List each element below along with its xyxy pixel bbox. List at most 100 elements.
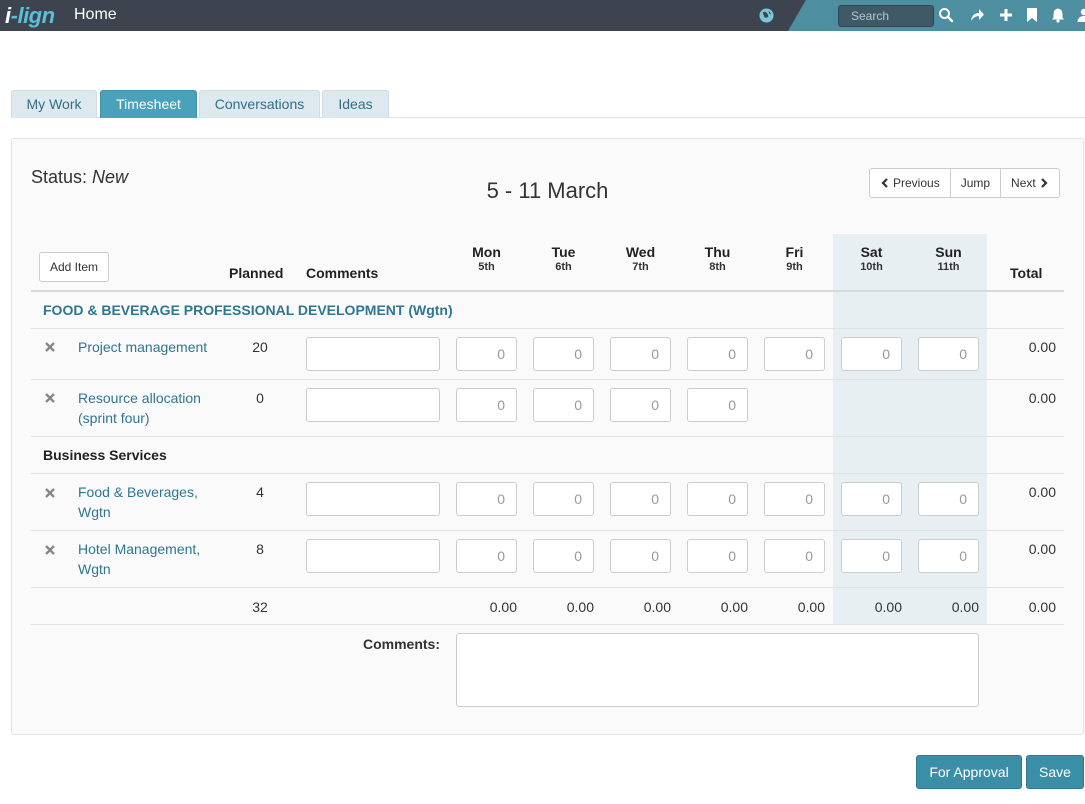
header-comments: Comments [306, 265, 379, 281]
hours-input-tue[interactable]: 0 [533, 388, 594, 422]
previous-week-button[interactable]: Previous [869, 168, 951, 198]
item-name-line: Resource allocation [78, 390, 201, 406]
hours-input-fri[interactable]: 0 [764, 482, 825, 516]
remove-item-icon[interactable] [44, 544, 56, 556]
hours-input-tue[interactable]: 0 [533, 482, 594, 516]
hours-input-mon[interactable]: 0 [456, 539, 517, 573]
row-total: 0.00 [1028, 541, 1056, 557]
hours-input-thu[interactable]: 0 [687, 539, 748, 573]
hours-input-sun[interactable]: 0 [918, 482, 979, 516]
app-logo[interactable]: i-lign [5, 3, 55, 29]
day-date: 10th [860, 261, 883, 273]
planned-hours: 0 [256, 390, 264, 406]
planned-hours: 20 [252, 339, 268, 355]
row-divider [31, 379, 1064, 380]
remove-item-icon[interactable] [44, 392, 56, 404]
globe-icon[interactable] [759, 8, 774, 23]
hours-input-mon[interactable]: 0 [456, 337, 517, 371]
row-comment-input[interactable] [306, 337, 440, 371]
day-date: 6th [555, 261, 572, 273]
comments-label: Comments: [362, 636, 440, 652]
tab-my-work[interactable]: My Work [11, 90, 97, 118]
tab-ideas[interactable]: Ideas [322, 90, 389, 118]
hours-input-sun[interactable]: 0 [918, 337, 979, 371]
footer-divider [31, 624, 1064, 625]
item-name[interactable]: Hotel Management, Wgtn [78, 539, 218, 579]
hours-input-wed[interactable]: 0 [610, 539, 671, 573]
row-divider [31, 530, 1064, 531]
tab-conversations[interactable]: Conversations [199, 90, 320, 118]
item-name[interactable]: Project management [78, 337, 218, 357]
grand-total: 0.00 [1028, 599, 1056, 615]
day-date: 8th [709, 261, 726, 273]
header-day-wed: Wed 7th [602, 244, 679, 273]
planned-total: 32 [252, 599, 268, 615]
row-total: 0.00 [1028, 339, 1056, 355]
day-date: 9th [786, 261, 803, 273]
bookmark-icon[interactable] [1024, 7, 1040, 23]
save-button[interactable]: Save [1026, 755, 1084, 789]
day-name: Mon [472, 244, 501, 260]
item-name[interactable]: Food & Beverages, Wgtn [78, 482, 218, 522]
day-name: Tue [551, 244, 576, 260]
tab-timesheet[interactable]: Timesheet [100, 90, 197, 118]
tab-bar: My Work Timesheet Conversations Ideas [11, 90, 1085, 118]
bell-icon[interactable] [1050, 7, 1066, 23]
day-name: Sat [860, 244, 883, 260]
timesheet-comments-textarea[interactable] [456, 633, 979, 707]
item-name-line: (sprint four) [78, 410, 150, 426]
row-total: 0.00 [1028, 390, 1056, 406]
item-name-line: Wgtn [78, 504, 111, 520]
row-divider [31, 436, 1064, 437]
hours-input-thu[interactable]: 0 [687, 482, 748, 516]
next-week-button[interactable]: Next [1000, 168, 1060, 198]
remove-item-icon[interactable] [44, 341, 56, 353]
hours-input-thu[interactable]: 0 [687, 337, 748, 371]
hours-input-tue[interactable]: 0 [533, 539, 594, 573]
add-item-button[interactable]: Add Item [39, 252, 109, 282]
day-total-sun: 0.00 [951, 599, 979, 615]
hours-input-mon[interactable]: 0 [456, 482, 517, 516]
hours-input-thu[interactable]: 0 [687, 388, 748, 422]
hours-input-sat[interactable]: 0 [841, 482, 902, 516]
item-name-line: Wgtn [78, 561, 111, 577]
hours-input-sat[interactable]: 0 [841, 337, 902, 371]
hours-input-wed[interactable]: 0 [610, 388, 671, 422]
day-date: 7th [632, 261, 649, 273]
day-total-sat: 0.00 [874, 599, 902, 615]
for-approval-button[interactable]: For Approval [916, 755, 1022, 789]
row-comment-input[interactable] [306, 482, 440, 516]
share-icon[interactable] [969, 7, 985, 23]
hours-input-wed[interactable]: 0 [610, 337, 671, 371]
hours-input-fri[interactable]: 0 [764, 539, 825, 573]
jump-button[interactable]: Jump [949, 168, 1002, 198]
header-day-tue: Tue 6th [525, 244, 602, 273]
day-name: Fri [785, 244, 804, 260]
header-day-thu: Thu 8th [679, 244, 756, 273]
row-divider [31, 328, 1064, 329]
next-label: Next [1011, 176, 1036, 190]
remove-item-icon[interactable] [44, 487, 56, 499]
user-icon[interactable] [1076, 7, 1085, 23]
header-total: Total [1010, 265, 1043, 281]
row-comment-input[interactable] [306, 539, 440, 573]
week-range: 5 - 11 March [486, 178, 609, 203]
header-planned: Planned [229, 265, 284, 281]
day-total-tue: 0.00 [566, 599, 594, 615]
plus-icon[interactable] [998, 7, 1014, 23]
hours-input-fri[interactable]: 0 [764, 337, 825, 371]
hours-input-tue[interactable]: 0 [533, 337, 594, 371]
search-icon[interactable] [938, 7, 954, 23]
search-input[interactable]: Search [838, 5, 934, 27]
row-comment-input[interactable] [306, 388, 440, 422]
hours-input-sat[interactable]: 0 [841, 539, 902, 573]
hours-input-wed[interactable]: 0 [610, 482, 671, 516]
planned-hours: 4 [256, 484, 264, 500]
planned-hours: 8 [256, 541, 264, 557]
week-navigation: Previous Jump Next [869, 168, 1060, 198]
top-bar: i-lign Home Search [0, 0, 1085, 31]
row-divider [31, 587, 1064, 588]
item-name[interactable]: Resource allocation (sprint four) [78, 388, 218, 428]
hours-input-sun[interactable]: 0 [918, 539, 979, 573]
hours-input-mon[interactable]: 0 [456, 388, 517, 422]
